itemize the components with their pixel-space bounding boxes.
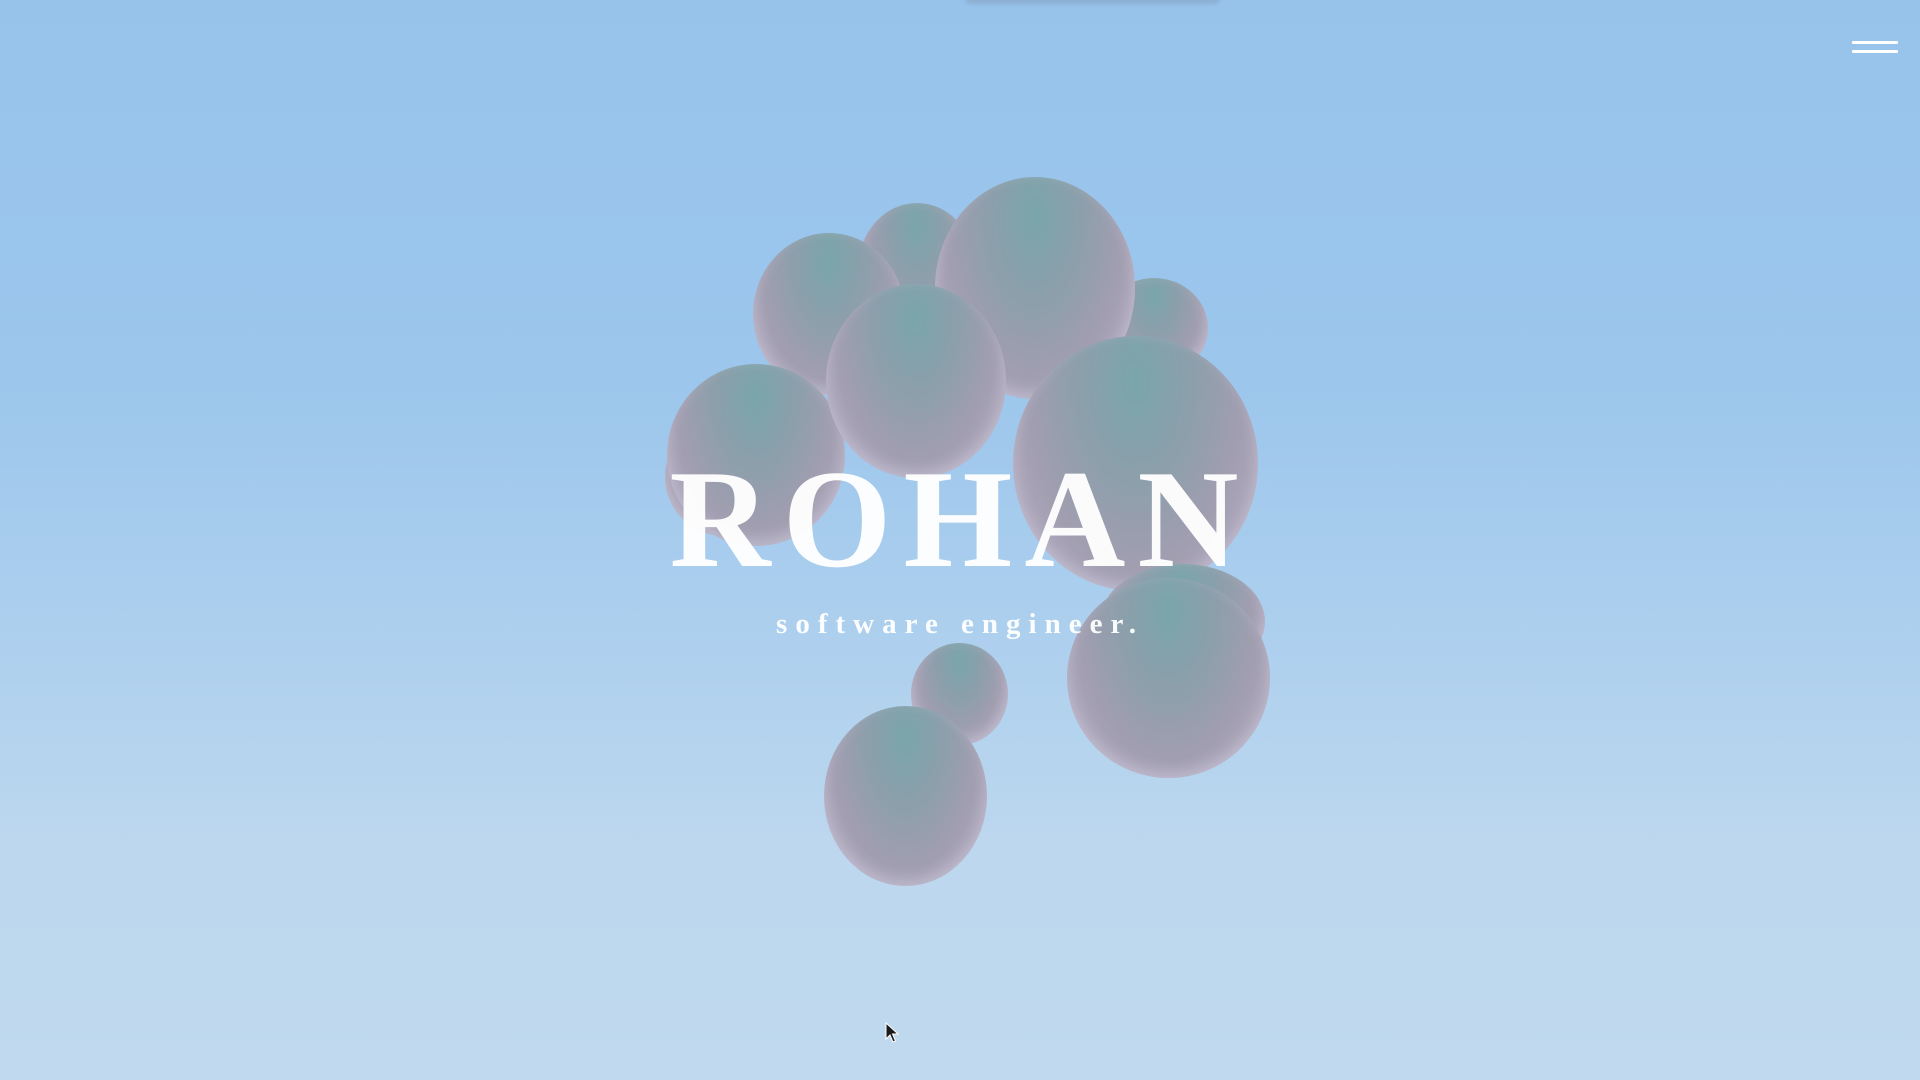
menu-button[interactable] [1849, 36, 1901, 60]
hamburger-menu-icon-line [1852, 50, 1898, 53]
landing-page: ROHAN software engineer. [0, 0, 1920, 1080]
sphere [824, 706, 987, 886]
hero-title: ROHAN [669, 442, 1251, 597]
top-edge-shadow [965, 0, 1220, 4]
hero-subtitle: software engineer. [776, 608, 1144, 640]
mouse-pointer-icon [885, 1022, 899, 1043]
hamburger-menu-icon [1852, 41, 1898, 44]
